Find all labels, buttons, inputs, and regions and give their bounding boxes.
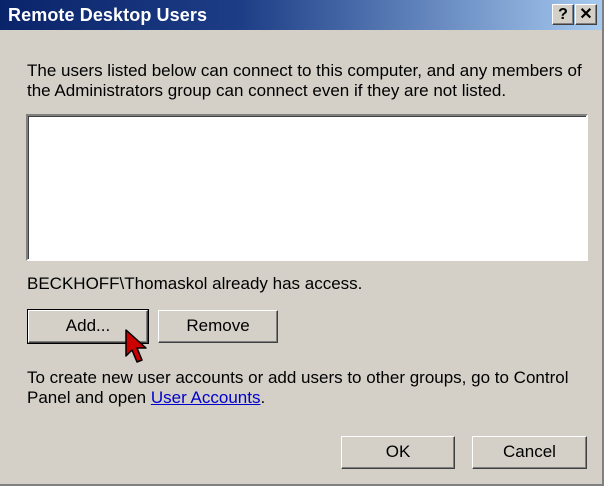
mouse-cursor-icon [125, 329, 147, 363]
help-icon: ? [558, 6, 568, 23]
access-status-text: BECKHOFF\Thomaskol already has access. [27, 274, 363, 293]
remote-desktop-users-dialog: Remote Desktop Users ? ✕ The users liste… [0, 0, 604, 486]
ok-button[interactable]: OK [341, 436, 455, 469]
close-button[interactable]: ✕ [575, 4, 597, 25]
close-icon: ✕ [579, 6, 593, 23]
users-listbox[interactable] [26, 114, 588, 261]
help-text-prefix: To create new user accounts or add users… [27, 368, 569, 407]
remove-button[interactable]: Remove [158, 310, 278, 343]
help-text-suffix: . [260, 388, 266, 407]
window-title: Remote Desktop Users [8, 5, 208, 25]
help-text: To create new user accounts or add users… [27, 368, 592, 408]
user-accounts-link[interactable]: User Accounts [151, 388, 261, 407]
title-bar[interactable]: Remote Desktop Users ? ✕ [0, 0, 602, 30]
cancel-button[interactable]: Cancel [472, 436, 587, 469]
description-text: The users listed below can connect to th… [27, 61, 582, 100]
help-button[interactable]: ? [552, 4, 574, 25]
